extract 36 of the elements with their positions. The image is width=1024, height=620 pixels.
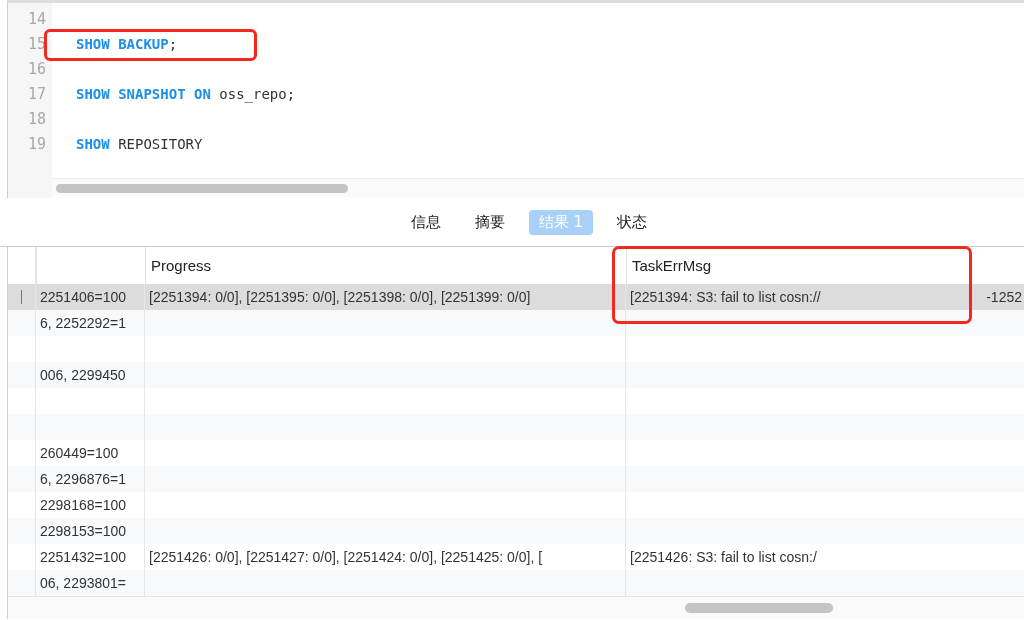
table-cell: 06, 2293801=: [40, 575, 127, 591]
tab[interactable]: 摘要: [464, 209, 515, 235]
table-cell: 2298168=100: [40, 497, 127, 513]
tab[interactable]: 状态: [607, 209, 658, 235]
line-number: 14: [26, 9, 47, 30]
code-line: SHOW REPOSITORY: [76, 136, 203, 152]
table-cell: 2298153=100: [40, 523, 127, 539]
table-row[interactable]: 2251406=100 [2251394: 0/0], [2251395: 0/0], [2251398: 0/0], [2251399: 0/0] [2251394: S3: fail to list cosn:// -1252: [8, 284, 1024, 310]
horizontal-scrollbar[interactable]: [8, 596, 1024, 619]
line-number: 17: [26, 84, 47, 105]
table-row[interactable]: 2298153=100: [8, 518, 1024, 544]
table-cell: [2251394: S3: fail to list cosn://: [630, 289, 821, 305]
table-cell: 6, 2252292=1: [40, 315, 127, 331]
table-cell: 260449=100: [40, 445, 119, 461]
line-number: 19: [26, 134, 47, 155]
table-cell: 006, 2299450: [40, 367, 126, 383]
table-row[interactable]: 006, 2299450: [8, 362, 1024, 388]
line-number: 16: [26, 59, 47, 80]
table-row[interactable]: 06, 2293801=: [8, 570, 1024, 596]
table-row[interactable]: [8, 414, 1024, 440]
tab[interactable]: 信息: [400, 209, 451, 235]
column-header[interactable]: Progress: [151, 257, 212, 274]
table-cell: [2251426: 0/0], [2251427: 0/0], [2251424: 0/0], [2251425: 0/0], [: [149, 549, 543, 565]
code-line: SHOW BACKUP;: [76, 36, 178, 52]
table-cell: 2251432=100: [40, 549, 127, 565]
horizontal-scrollbar[interactable]: [52, 178, 1024, 197]
table-cell: 6, 2296876=1: [40, 471, 127, 487]
table-cell: -1252: [986, 289, 1022, 305]
table-row[interactable]: 6, 2296876=1: [8, 466, 1024, 492]
table-cell: [2251394: 0/0], [2251395: 0/0], [2251398: 0/0], [2251399: 0/0]: [149, 289, 531, 305]
line-number: 18: [26, 109, 47, 130]
table-cell: 2251406=100: [40, 289, 127, 305]
table-row[interactable]: 6, 2252292=1: [8, 310, 1024, 336]
column-header[interactable]: TaskErrMsg: [632, 257, 712, 274]
table-cell: [2251426: S3: fail to list cosn:/: [630, 549, 817, 565]
code-line: SHOW SNAPSHOT ON oss_repo;: [76, 86, 296, 102]
